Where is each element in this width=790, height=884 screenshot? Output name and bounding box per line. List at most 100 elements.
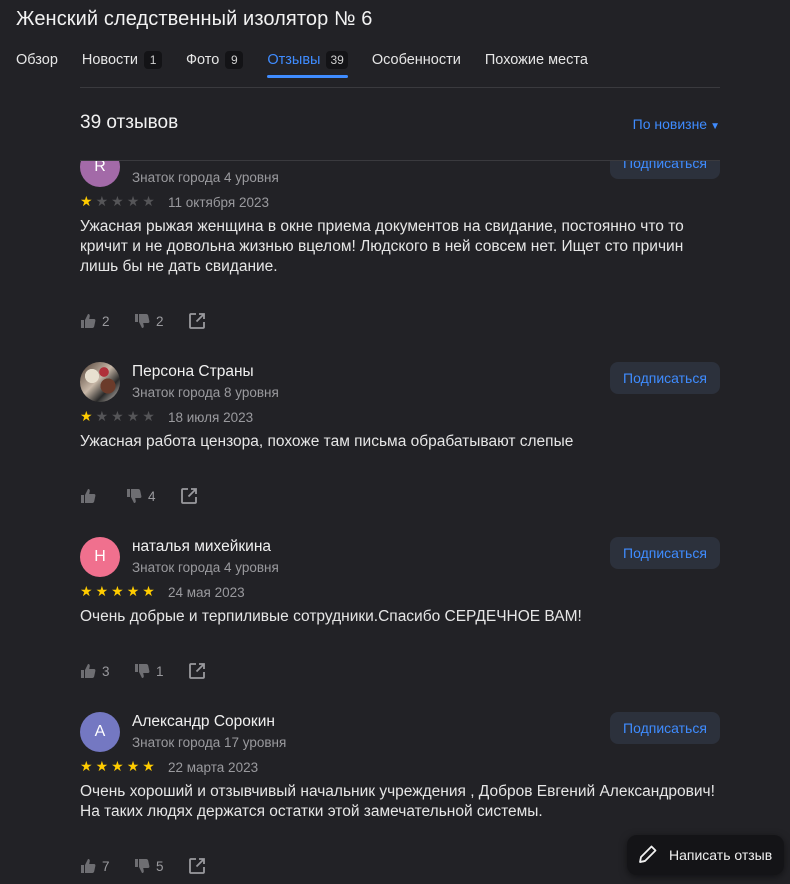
rating-stars: ★ ★ ★ ★ ★ (80, 759, 155, 773)
thumbs-down-icon (134, 313, 150, 329)
divider (80, 87, 720, 88)
tab-count-badge: 1 (144, 51, 163, 69)
share-button[interactable] (188, 661, 206, 681)
reviewer-level: Знаток города 4 уровня (132, 170, 279, 185)
reviews-count-heading: 39 отзывов (80, 112, 179, 133)
tab-count-badge: 9 (225, 51, 244, 69)
review-actions: 4 (80, 486, 198, 506)
reviewer-name[interactable]: Александр Сорокин (132, 713, 275, 731)
review-date: 11 октября 2023 (168, 195, 270, 210)
like-button[interactable]: 7 (80, 856, 110, 876)
like-button[interactable]: 2 (80, 311, 110, 331)
star-icon: ★ (142, 408, 155, 424)
subscribe-button[interactable]: Подписаться (610, 362, 720, 394)
thumbs-down-icon (134, 663, 150, 679)
avatar[interactable]: R (80, 160, 120, 187)
review-text: Ужасная работа цензора, похоже там письм… (80, 433, 574, 450)
tab-label: Обзор (16, 52, 58, 68)
dislike-button[interactable]: 5 (134, 856, 164, 876)
review-actions: 7 5 (80, 856, 206, 876)
star-icon: ★ (142, 583, 155, 599)
avatar-initial: Н (94, 548, 106, 565)
page-title: Женский следственный изолятор № 6 (16, 8, 373, 30)
share-button[interactable] (188, 311, 206, 331)
reviewer-name[interactable]: Персона Страны (132, 363, 254, 381)
share-button[interactable] (188, 856, 206, 876)
sort-label: По новизне (632, 116, 708, 132)
thumbs-up-icon (80, 858, 96, 874)
tab-count-badge: 39 (326, 51, 348, 69)
star-icon: ★ (111, 408, 124, 424)
dislike-count: 2 (156, 313, 164, 329)
reviews-list[interactable]: R Robert M. Знаток города 4 уровня Подпи… (80, 160, 720, 884)
tab-news[interactable]: Новости 1 (82, 48, 163, 72)
like-button[interactable] (80, 486, 96, 506)
star-icon: ★ (80, 758, 93, 774)
reviewer-level: Знаток города 8 уровня (132, 385, 279, 400)
write-review-button[interactable]: Написать отзыв (627, 835, 784, 875)
dislike-button[interactable]: 2 (134, 311, 164, 331)
avatar-initial: R (94, 160, 106, 175)
review-text: Очень хороший и отзывчивый начальник учр… (80, 783, 715, 820)
write-review-label: Написать отзыв (669, 847, 773, 863)
sort-dropdown[interactable]: По новизне ▼ (633, 116, 720, 132)
star-icon: ★ (95, 408, 109, 424)
tabs-bar: Обзор Новости 1 Фото 9 Отзывы 39 Особенност… (16, 48, 588, 78)
star-icon: ★ (80, 583, 93, 599)
review-text: Ужасная рыжая женщина в окне приема доку… (80, 218, 684, 275)
rating-stars: ★ ★ ★ ★ ★ (80, 409, 155, 423)
star-icon: ★ (80, 408, 93, 424)
star-icon: ★ (126, 193, 140, 209)
thumbs-down-icon (126, 488, 142, 504)
tab-label: Особенности (371, 52, 461, 68)
star-icon: ★ (142, 193, 155, 209)
reviewer-level: Знаток города 17 уровня (132, 735, 287, 750)
avatar[interactable] (80, 362, 120, 402)
star-icon: ★ (80, 193, 93, 209)
tab-features[interactable]: Особенности (372, 48, 461, 72)
reviewer-level: Знаток города 4 уровня (132, 560, 279, 575)
rating-stars: ★ ★ ★ ★ ★ (80, 194, 155, 208)
like-button[interactable]: 3 (80, 661, 110, 681)
caret-down-icon: ▼ (710, 121, 720, 132)
tab-reviews[interactable]: Отзывы 39 (267, 48, 349, 78)
dislike-button[interactable]: 1 (134, 661, 164, 681)
avatar[interactable]: А (80, 712, 120, 752)
dislike-button[interactable]: 4 (126, 486, 156, 506)
thumbs-up-icon (80, 313, 96, 329)
subscribe-button[interactable]: Подписаться (610, 160, 720, 179)
reviewer-name[interactable]: наталья михейкина (132, 538, 271, 556)
review-text: Очень добрые и терпиливые сотрудники.Спа… (80, 608, 582, 625)
avatar[interactable]: Н (80, 537, 120, 577)
subscribe-button[interactable]: Подписаться (610, 537, 720, 569)
tab-label: Похожие места (484, 52, 588, 68)
avatar-initial: А (94, 723, 106, 740)
star-icon: ★ (111, 193, 124, 209)
like-count: 3 (102, 663, 110, 679)
review-date: 22 марта 2023 (168, 760, 259, 775)
star-icon: ★ (95, 583, 109, 599)
thumbs-up-icon (80, 663, 96, 679)
rating-stars: ★ ★ ★ ★ ★ (80, 584, 155, 598)
tab-label: Фото (186, 52, 220, 68)
share-button[interactable] (180, 486, 198, 506)
tab-overview[interactable]: Обзор (16, 48, 58, 72)
like-count: 7 (102, 858, 110, 874)
thumbs-up-icon (80, 488, 96, 504)
dislike-count: 1 (156, 663, 164, 679)
tab-similar-places[interactable]: Похожие места (485, 48, 588, 72)
star-icon: ★ (95, 758, 109, 774)
review-actions: 3 1 (80, 661, 206, 681)
star-icon: ★ (142, 758, 155, 774)
star-icon: ★ (126, 408, 140, 424)
review-actions: 2 2 (80, 311, 206, 331)
star-icon: ★ (95, 193, 109, 209)
star-icon: ★ (111, 583, 124, 599)
tab-label: Отзывы (267, 52, 321, 68)
star-icon: ★ (111, 758, 124, 774)
share-icon (180, 487, 198, 505)
divider (80, 160, 720, 161)
thumbs-down-icon (134, 858, 150, 874)
tab-photos[interactable]: Фото 9 (186, 48, 244, 72)
subscribe-button[interactable]: Подписаться (610, 712, 720, 744)
